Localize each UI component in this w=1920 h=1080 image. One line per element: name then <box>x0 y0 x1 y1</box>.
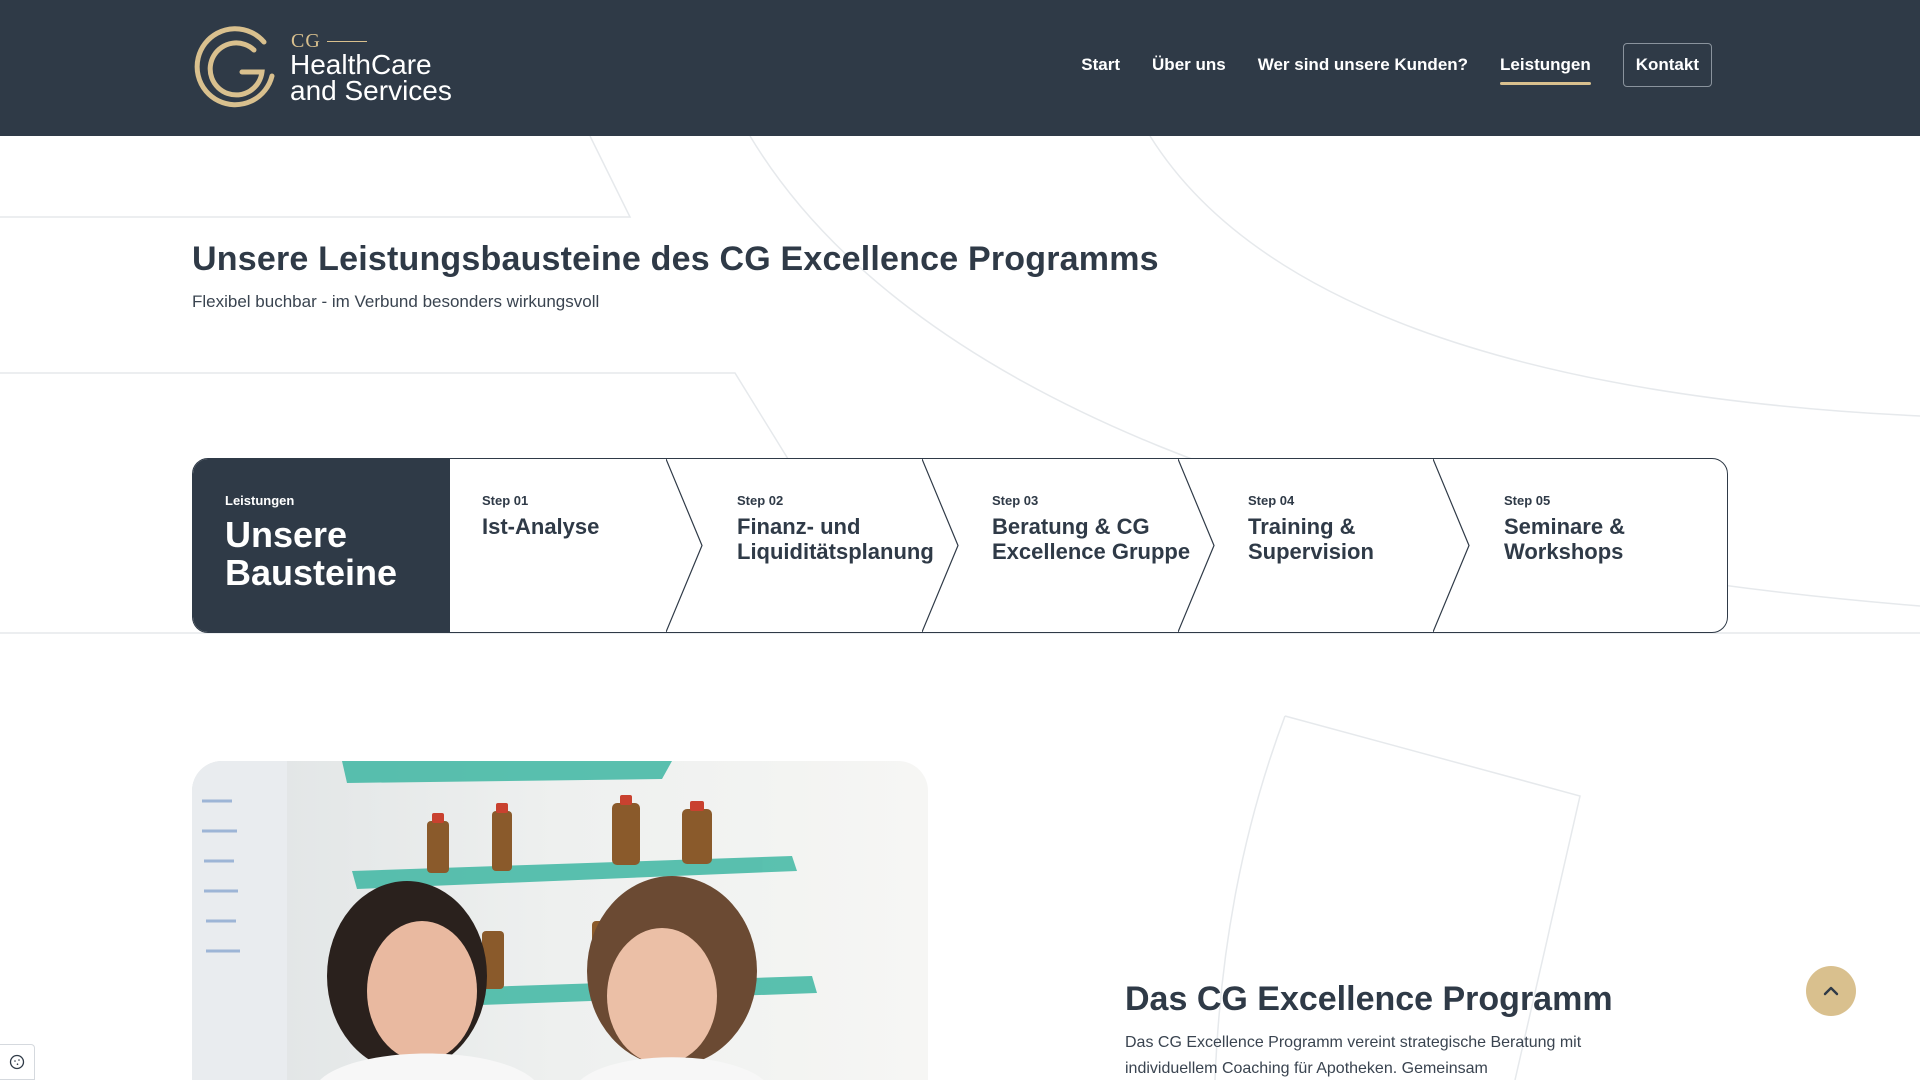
step-divider <box>922 459 959 632</box>
nav-leistungen[interactable]: Leistungen <box>1500 47 1591 85</box>
step-number: Step 05 <box>1504 493 1551 508</box>
step-number: Step 02 <box>737 493 784 508</box>
site-header: CG HealthCare and Services Start Über un… <box>0 0 1920 136</box>
step-title: Ist-Analyse <box>482 514 600 539</box>
steps-title: Unsere Bausteine <box>225 514 398 593</box>
step-04[interactable]: Step 04 Training & Supervision <box>1248 459 1448 632</box>
steps-bar: Leistungen Unsere Bausteine Step 01 Ist-… <box>192 458 1728 633</box>
pharmacy-photo <box>192 761 928 1080</box>
nav-kunden[interactable]: Wer sind unsere Kunden? <box>1258 47 1468 83</box>
step-title: Seminare & Workshops <box>1504 514 1626 564</box>
step-title: Training & Supervision <box>1248 514 1374 564</box>
logo-divider <box>327 41 367 42</box>
program-text: Das CG Excellence Programm vereint strat… <box>1125 1034 1582 1077</box>
pharmacy-illustration <box>192 761 928 1080</box>
step-02[interactable]: Step 02 Finanz- und Liquiditätsplanung <box>737 459 947 632</box>
section-title: Unsere Leistungsbausteine des CG Excelle… <box>192 240 1159 278</box>
main-nav: Start Über uns Wer sind unsere Kunden? L… <box>1081 43 1712 87</box>
steps-lead: Leistungen Unsere Bausteine <box>193 459 450 632</box>
step-01[interactable]: Step 01 Ist-Analyse <box>482 459 672 632</box>
nav-start[interactable]: Start <box>1081 47 1120 83</box>
section-subtitle: Flexibel buchbar - im Verbund besonders … <box>192 292 600 311</box>
cg-logo-icon <box>194 26 275 108</box>
brand-logo[interactable]: CG HealthCare and Services <box>192 24 452 114</box>
info-icon <box>9 1054 25 1070</box>
step-05[interactable]: Step 05 Seminare & Workshops <box>1504 459 1704 632</box>
step-number: Step 04 <box>1248 493 1295 508</box>
cookie-settings-button[interactable] <box>0 1044 35 1080</box>
step-title: Finanz- und Liquiditätsplanung <box>737 514 934 564</box>
logo-text: HealthCare and Services <box>290 49 452 106</box>
step-number: Step 01 <box>482 493 529 508</box>
steps-eyebrow: Leistungen <box>225 493 295 508</box>
contact-button[interactable]: Kontakt <box>1622 43 1712 87</box>
step-divider <box>666 459 703 632</box>
step-divider <box>1178 459 1215 632</box>
scroll-top-button[interactable] <box>1806 966 1856 1016</box>
program-title: Das CG Excellence Programm <box>1125 980 1613 1018</box>
nav-ueber-uns[interactable]: Über uns <box>1152 47 1226 83</box>
step-divider <box>1433 459 1470 632</box>
chevron-up-icon <box>1823 986 1839 996</box>
